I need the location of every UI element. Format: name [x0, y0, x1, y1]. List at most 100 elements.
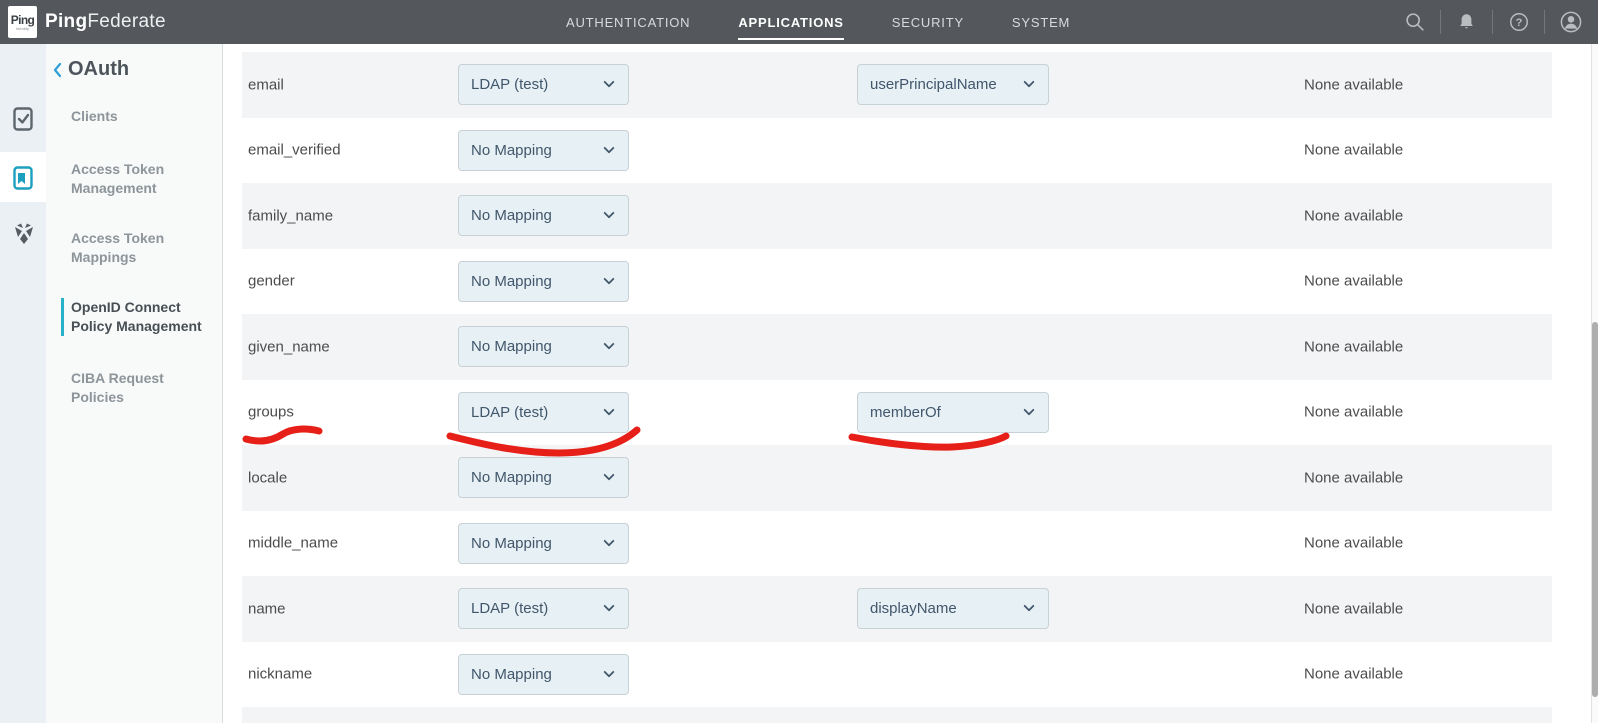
sidebar-icon-rail — [0, 44, 46, 723]
access-token-management-icon[interactable] — [11, 165, 35, 196]
source-dropdown[interactable]: No Mapping — [458, 261, 629, 302]
logo-subtext: Identity — [16, 26, 29, 31]
chevron-down-icon — [603, 338, 614, 349]
attribute-name: middle_name — [248, 535, 338, 552]
source-dropdown[interactable]: No Mapping — [458, 457, 629, 498]
clients-icon[interactable] — [11, 106, 35, 137]
source-dropdown[interactable]: LDAP (test) — [458, 64, 629, 105]
attribute-mapping-table: email LDAP (test) userPrincipalName None… — [242, 52, 1552, 723]
value-dropdown[interactable]: userPrincipalName — [857, 64, 1049, 105]
source-dropdown[interactable]: No Mapping — [458, 523, 629, 564]
attribute-name: email — [248, 76, 284, 93]
attribute-row: given_name No Mapping None available — [242, 314, 1552, 380]
nav-item-applications[interactable]: APPLICATIONS — [738, 15, 843, 30]
source-dropdown-value: No Mapping — [471, 142, 552, 159]
source-dropdown[interactable]: No Mapping — [458, 654, 629, 695]
ping-logo: Ping Identity — [8, 6, 37, 38]
issuance-status: None available — [1304, 404, 1403, 421]
svg-text:?: ? — [1515, 17, 1522, 29]
issuance-status: None available — [1304, 76, 1403, 93]
search-icon[interactable] — [1389, 0, 1440, 44]
attribute-row: gender No Mapping None available — [242, 249, 1552, 315]
value-dropdown-value: userPrincipalName — [870, 76, 997, 93]
nav-item-security[interactable]: SECURITY — [892, 15, 964, 30]
brand-light: Federate — [87, 11, 165, 33]
source-dropdown-value: No Mapping — [471, 535, 552, 552]
source-dropdown-value: LDAP (test) — [471, 404, 548, 421]
attribute-row: email LDAP (test) userPrincipalName None… — [242, 52, 1552, 118]
access-token-mappings-icon[interactable] — [11, 221, 37, 252]
chevron-down-icon — [1023, 76, 1034, 87]
chevron-down-icon — [603, 76, 614, 87]
chevron-down-icon — [603, 469, 614, 480]
sidebar-item-clients[interactable]: Clients — [71, 107, 209, 126]
attribute-name: family_name — [248, 207, 333, 224]
oauth-back-link[interactable]: OAuth — [52, 58, 129, 81]
chevron-down-icon — [603, 273, 614, 284]
issuance-status: None available — [1304, 207, 1403, 224]
source-dropdown-value: LDAP (test) — [471, 600, 548, 617]
main-nav: AUTHENTICATION APPLICATIONS SECURITY SYSTEM — [566, 0, 1070, 44]
partial-next-row — [242, 707, 1552, 723]
chevron-down-icon — [603, 142, 614, 153]
main-content: email LDAP (test) userPrincipalName None… — [224, 44, 1598, 723]
chevron-down-icon — [603, 600, 614, 611]
source-dropdown[interactable]: LDAP (test) — [458, 392, 629, 433]
chevron-down-icon — [603, 535, 614, 546]
section-title: OAuth — [68, 58, 129, 81]
issuance-status: None available — [1304, 142, 1403, 159]
source-dropdown[interactable]: No Mapping — [458, 130, 629, 171]
chevron-down-icon — [603, 404, 614, 415]
attribute-name: nickname — [248, 666, 312, 683]
account-icon[interactable] — [1545, 0, 1596, 44]
scrollbar-thumb[interactable] — [1592, 322, 1598, 697]
logo-text: Ping — [11, 13, 35, 27]
attribute-name: email_verified — [248, 142, 341, 159]
source-dropdown-value: LDAP (test) — [471, 76, 548, 93]
issuance-status: None available — [1304, 469, 1403, 486]
app-header: Ping Identity PingFederate AUTHENTICATIO… — [0, 0, 1598, 44]
brand-bold: Ping — [45, 11, 87, 33]
nav-item-system[interactable]: SYSTEM — [1012, 15, 1070, 30]
value-dropdown[interactable]: displayName — [857, 588, 1049, 629]
nav-item-authentication[interactable]: AUTHENTICATION — [566, 15, 690, 30]
attribute-row: groups LDAP (test) memberOf None availab… — [242, 380, 1552, 446]
value-dropdown-value: displayName — [870, 600, 957, 617]
source-dropdown[interactable]: No Mapping — [458, 326, 629, 367]
chevron-down-icon — [1023, 600, 1034, 611]
source-dropdown-value: No Mapping — [471, 666, 552, 683]
attribute-row: locale No Mapping None available — [242, 445, 1552, 511]
sidebar-item-access-token-mappings[interactable]: Access Token Mappings — [71, 229, 209, 267]
sidebar-item-openid-connect-policy-management[interactable]: OpenID Connect Policy Management — [71, 298, 209, 336]
chevron-down-icon — [603, 666, 614, 677]
attribute-name: given_name — [248, 338, 330, 355]
app-title: PingFederate — [45, 0, 166, 44]
source-dropdown-value: No Mapping — [471, 207, 552, 224]
chevron-down-icon — [603, 207, 614, 218]
chevron-down-icon — [1023, 404, 1034, 415]
help-icon[interactable]: ? — [1493, 0, 1544, 44]
notifications-icon[interactable] — [1441, 0, 1492, 44]
attribute-row: family_name No Mapping None available — [242, 183, 1552, 249]
attribute-row: name LDAP (test) displayName None availa… — [242, 576, 1552, 642]
chevron-left-icon — [52, 62, 62, 78]
source-dropdown-value: No Mapping — [471, 273, 552, 290]
attribute-name: groups — [248, 404, 294, 421]
issuance-status: None available — [1304, 600, 1403, 617]
sidebar-item-ciba-request-policies[interactable]: CIBA Request Policies — [71, 369, 209, 407]
issuance-status: None available — [1304, 666, 1403, 683]
attribute-name: name — [248, 600, 286, 617]
issuance-status: None available — [1304, 338, 1403, 355]
issuance-status: None available — [1304, 535, 1403, 552]
source-dropdown[interactable]: LDAP (test) — [458, 588, 629, 629]
attribute-row: middle_name No Mapping None available — [242, 511, 1552, 577]
value-dropdown-value: memberOf — [870, 404, 941, 421]
sidebar-item-access-token-management[interactable]: Access Token Management — [71, 160, 209, 198]
source-dropdown[interactable]: No Mapping — [458, 195, 629, 236]
attribute-name: locale — [248, 469, 287, 486]
vertical-scrollbar — [1591, 44, 1598, 723]
header-icons: ? — [1389, 0, 1596, 44]
attribute-row: nickname No Mapping None available — [242, 642, 1552, 708]
sidebar: OAuth Clients Access Token Management Acce… — [0, 44, 223, 723]
value-dropdown[interactable]: memberOf — [857, 392, 1049, 433]
